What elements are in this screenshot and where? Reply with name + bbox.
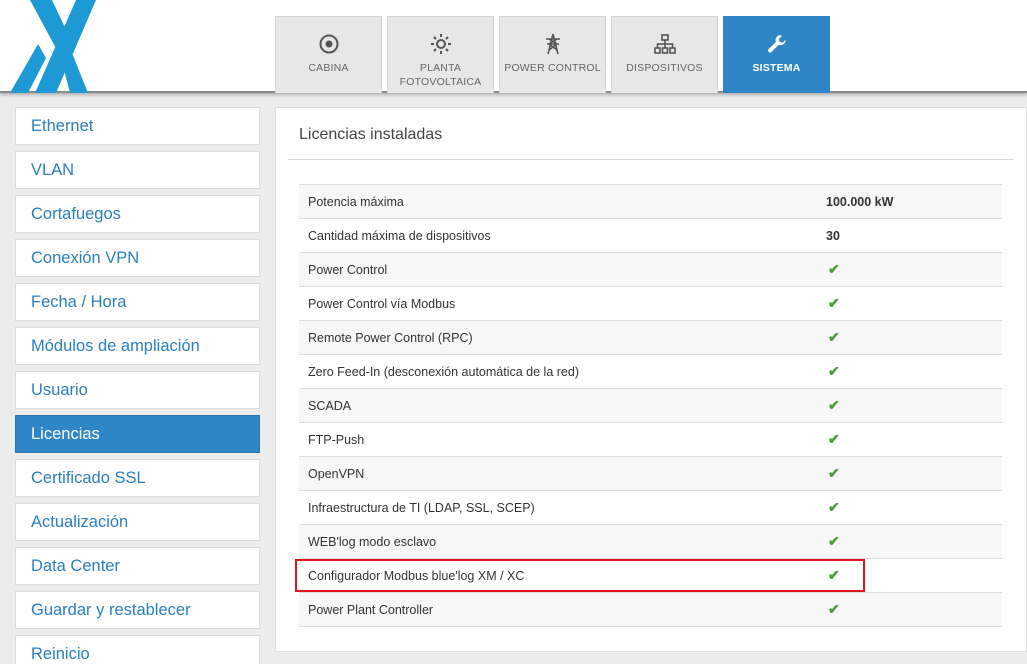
tab-label: PLANTA FOTOVOLTAICA xyxy=(399,62,482,88)
license-name: SCADA xyxy=(308,398,352,413)
main-nav-tabs: CABINA PLANTA FOTOVOLTAICA POWER CONTROL… xyxy=(275,16,835,93)
sun-icon xyxy=(429,32,453,56)
table-row: SCADA ✔ xyxy=(299,389,1002,423)
divider xyxy=(288,159,1014,160)
license-name: Power Plant Controller xyxy=(308,602,434,617)
table-row: Power Control vía Modbus ✔ xyxy=(299,287,1002,321)
check-icon: ✔ xyxy=(828,465,840,481)
check-icon: ✔ xyxy=(828,295,840,311)
sidebar-item-data-center[interactable]: Data Center xyxy=(15,547,260,585)
table-row: Remote Power Control (RPC) ✔ xyxy=(299,321,1002,355)
tab-planta-fotovoltaica[interactable]: PLANTA FOTOVOLTAICA xyxy=(387,16,494,93)
power-tower-icon xyxy=(541,32,565,56)
sidebar-item-usuario[interactable]: Usuario xyxy=(15,371,260,409)
sidebar-item-guardar-restablecer[interactable]: Guardar y restablecer xyxy=(15,591,260,629)
check-icon: ✔ xyxy=(828,363,840,379)
sidebar-item-ethernet[interactable]: Ethernet xyxy=(15,107,260,145)
licenses-panel: Licencias instaladas Potencia máxima 100.… xyxy=(275,107,1027,652)
network-tree-icon xyxy=(653,32,677,56)
license-name: Cantidad máxima de dispositivos xyxy=(308,228,491,243)
table-row: Power Plant Controller ✔ xyxy=(299,593,1002,627)
check-icon: ✔ xyxy=(828,397,840,413)
check-icon: ✔ xyxy=(828,431,840,447)
tab-label: CABINA xyxy=(308,62,349,74)
tab-label: DISPOSITIVOS xyxy=(626,62,703,74)
license-value: 30 xyxy=(826,228,840,243)
tab-label: POWER CONTROL xyxy=(504,62,601,74)
sidebar-item-modulos-ampliacion[interactable]: Módulos de ampliación xyxy=(15,327,260,365)
check-icon: ✔ xyxy=(828,499,840,515)
license-name: Potencia máxima xyxy=(308,194,404,209)
wrench-icon xyxy=(765,32,789,56)
license-name: WEB'log modo esclavo xyxy=(308,534,437,549)
licenses-table: Potencia máxima 100.000 kW Cantidad máxima… xyxy=(299,184,1002,627)
table-row: FTP-Push ✔ xyxy=(299,423,1002,457)
table-row: Zero Feed-In (desconexión automática de … xyxy=(299,355,1002,389)
tab-label: SISTEMA xyxy=(752,62,801,74)
table-row: Configurador Modbus blue'log XM / XC ✔ xyxy=(299,559,1002,593)
license-name: Remote Power Control (RPC) xyxy=(308,330,473,345)
tab-power-control[interactable]: POWER CONTROL xyxy=(499,16,606,93)
license-name: Configurador Modbus blue'log XM / XC xyxy=(308,568,525,583)
table-row: Power Control ✔ xyxy=(299,253,1002,287)
license-name: FTP-Push xyxy=(308,432,365,447)
check-icon: ✔ xyxy=(828,567,840,583)
logo xyxy=(10,0,96,93)
check-icon: ✔ xyxy=(828,329,840,345)
check-icon: ✔ xyxy=(828,533,840,549)
sidebar-item-certificado-ssl[interactable]: Certificado SSL xyxy=(15,459,260,497)
tab-cabina[interactable]: CABINA xyxy=(275,16,382,93)
sidebar-item-reinicio[interactable]: Reinicio xyxy=(15,635,260,664)
page-title: Licencias instaladas xyxy=(299,126,443,143)
target-icon xyxy=(317,32,341,56)
license-name: Zero Feed-In (desconexión automática de … xyxy=(308,364,579,379)
license-name: Infraestructura de TI (LDAP, SSL, SCEP) xyxy=(308,500,535,515)
table-row: Infraestructura de TI (LDAP, SSL, SCEP) ✔ xyxy=(299,491,1002,525)
sidebar-item-actualizacion[interactable]: Actualización xyxy=(15,503,260,541)
license-name: Power Control vía Modbus xyxy=(308,296,456,311)
check-icon: ✔ xyxy=(828,601,840,617)
license-value: 100.000 kW xyxy=(826,194,894,209)
sidebar-item-licencias[interactable]: Licencias xyxy=(15,415,260,453)
tab-sistema[interactable]: SISTEMA xyxy=(723,16,830,93)
license-name: Power Control xyxy=(308,262,388,277)
sidebar-item-conexion-vpn[interactable]: Conexión VPN xyxy=(15,239,260,277)
table-row: OpenVPN ✔ xyxy=(299,457,1002,491)
sidebar-item-fecha-hora[interactable]: Fecha / Hora xyxy=(15,283,260,321)
sidebar-item-vlan[interactable]: VLAN xyxy=(15,151,260,189)
table-row: Cantidad máxima de dispositivos 30 xyxy=(299,219,1002,253)
license-name: OpenVPN xyxy=(308,466,365,481)
tab-dispositivos[interactable]: DISPOSITIVOS xyxy=(611,16,718,93)
sidebar-item-cortafuegos[interactable]: Cortafuegos xyxy=(15,195,260,233)
table-row: WEB'log modo esclavo ✔ xyxy=(299,525,1002,559)
table-row: Potencia máxima 100.000 kW xyxy=(299,185,1002,219)
header: CABINA PLANTA FOTOVOLTAICA POWER CONTROL… xyxy=(0,0,1027,93)
sidebar: Ethernet VLAN Cortafuegos Conexión VPN F… xyxy=(15,107,260,664)
check-icon: ✔ xyxy=(828,261,840,277)
